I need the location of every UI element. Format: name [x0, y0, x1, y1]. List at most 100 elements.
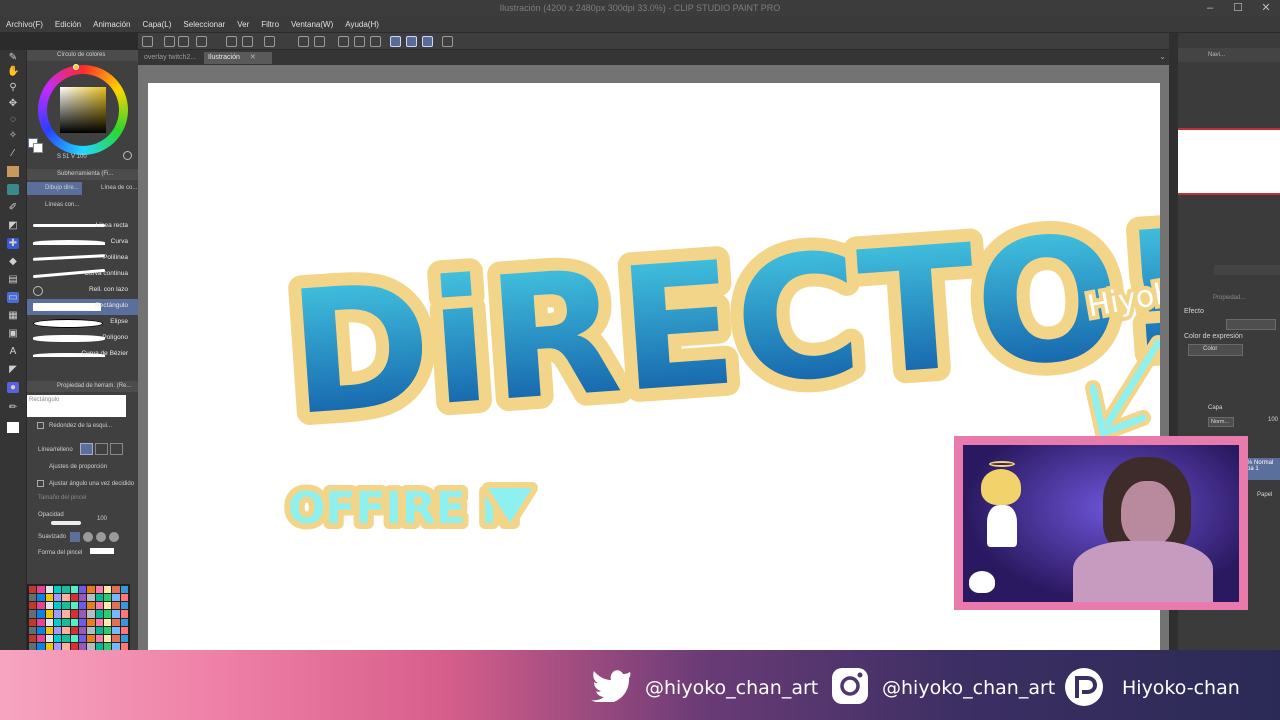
palette-swatch[interactable] — [95, 634, 103, 642]
palette-swatch[interactable] — [87, 586, 95, 594]
layer-row[interactable]: % Normal pa 1 — [1245, 458, 1280, 480]
palette-swatch[interactable] — [70, 610, 78, 618]
gradient-icon[interactable]: ▤ — [7, 274, 19, 285]
ruler-snap-icon[interactable] — [390, 36, 401, 47]
palette-swatch[interactable] — [87, 642, 95, 650]
palette-swatch[interactable] — [112, 634, 120, 642]
palette-swatch[interactable] — [112, 618, 120, 626]
angle-checkbox[interactable] — [37, 480, 44, 487]
property-tab[interactable]: Propiedad... — [1213, 295, 1245, 301]
subtool-item[interactable]: Rectángulo — [27, 299, 138, 315]
redo-icon[interactable] — [242, 36, 253, 47]
palette-swatch[interactable] — [70, 626, 78, 634]
menu-ventana[interactable]: Ventana(W) — [291, 20, 333, 29]
subtool-item[interactable]: Curva — [27, 235, 138, 251]
move-icon[interactable]: ✥ — [7, 98, 19, 109]
smoothing-option-2[interactable] — [83, 532, 93, 542]
menu-seleccionar[interactable]: Seleccionar — [183, 20, 225, 29]
draw-color-icon[interactable]: ✏ — [7, 402, 19, 413]
picarto-handle[interactable]: Hiyoko-chan — [1122, 677, 1240, 699]
palette-swatch[interactable] — [79, 618, 87, 626]
palette-swatch[interactable] — [70, 642, 78, 650]
eraser-icon[interactable]: ◩ — [7, 220, 19, 231]
magic-wand-icon[interactable]: ✧ — [7, 130, 19, 141]
palette-swatch[interactable] — [45, 618, 53, 626]
palette-swatch[interactable] — [95, 642, 103, 650]
palette-swatch[interactable] — [87, 610, 95, 618]
palette-swatch[interactable] — [45, 634, 53, 642]
palette-swatch[interactable] — [104, 642, 112, 650]
new-file-icon[interactable] — [164, 36, 175, 47]
settings-icon[interactable] — [442, 36, 453, 47]
brush-shape-preview[interactable] — [90, 548, 114, 554]
pen-tool-icon[interactable] — [7, 166, 19, 177]
layer-tab[interactable]: Capa — [1208, 405, 1222, 411]
palette-swatch[interactable] — [37, 610, 45, 618]
palette-swatch[interactable] — [104, 618, 112, 626]
subtool-item[interactable]: Curva de Bézier — [27, 347, 138, 363]
palette-swatch[interactable] — [62, 618, 70, 626]
text-icon[interactable]: A — [7, 346, 19, 357]
palette-swatch[interactable] — [29, 634, 37, 642]
palette-swatch[interactable] — [54, 594, 62, 602]
palette-swatch[interactable] — [54, 618, 62, 626]
navigator-controls[interactable] — [1214, 265, 1280, 275]
palette-swatch[interactable] — [45, 610, 53, 618]
rounded-checkbox[interactable] — [37, 422, 44, 429]
minimize-icon[interactable]: – — [1196, 0, 1224, 17]
palette-swatch[interactable] — [79, 634, 87, 642]
menu-edicion[interactable]: Edición — [55, 20, 81, 29]
tab-ilustracion[interactable]: Ilustración ✕ — [204, 52, 272, 64]
palette-swatch[interactable] — [29, 594, 37, 602]
palette-swatch[interactable] — [29, 626, 37, 634]
palette-swatch[interactable] — [95, 626, 103, 634]
palette-swatch[interactable] — [62, 642, 70, 650]
palette-swatch[interactable] — [104, 634, 112, 642]
blend-mode-select[interactable]: Norm... — [1208, 417, 1234, 427]
palette-swatch[interactable] — [87, 618, 95, 626]
palette-swatch[interactable] — [104, 594, 112, 602]
brush-icon[interactable]: ✐ — [7, 202, 19, 213]
pencil-tool-icon[interactable] — [7, 184, 19, 195]
main-color-swatch[interactable] — [7, 422, 19, 433]
saturation-value-square[interactable] — [60, 87, 106, 133]
palette-swatch[interactable] — [70, 602, 78, 610]
instagram-handle[interactable]: @hiyoko_chan_art — [882, 677, 1055, 699]
smoothing-option-4[interactable] — [109, 532, 119, 542]
palette-swatch[interactable] — [87, 602, 95, 610]
palette-swatch[interactable] — [104, 610, 112, 618]
palette-swatch[interactable] — [112, 586, 120, 594]
crop-icon[interactable] — [370, 36, 381, 47]
effect-options[interactable] — [1226, 319, 1276, 330]
menu-filtro[interactable]: Filtro — [261, 20, 279, 29]
subtool-tab-line[interactable]: Línea de co... — [83, 182, 138, 195]
subtool-item[interactable]: Elipse — [27, 315, 138, 331]
palette-swatch[interactable] — [54, 634, 62, 642]
palette-swatch[interactable] — [120, 594, 128, 602]
blend-tool-icon[interactable]: ✚ — [7, 238, 19, 249]
palette-swatch[interactable] — [45, 626, 53, 634]
palette-swatch[interactable] — [79, 586, 87, 594]
menu-ver[interactable]: Ver — [237, 20, 249, 29]
navigator-tab[interactable]: Navi... — [1178, 48, 1280, 62]
clear-icon[interactable] — [298, 36, 309, 47]
menu-capa[interactable]: Capa(L) — [143, 20, 172, 29]
palette-swatch[interactable] — [37, 586, 45, 594]
palette-swatch[interactable] — [45, 642, 53, 650]
undo-icon[interactable] — [226, 36, 237, 47]
palette-swatch[interactable] — [120, 602, 128, 610]
deselect-icon[interactable] — [338, 36, 349, 47]
color-settings-icon[interactable] — [123, 151, 132, 160]
save-icon[interactable] — [196, 36, 207, 47]
palette-swatch[interactable] — [62, 594, 70, 602]
tab-overlay[interactable]: overlay twitch2... — [140, 52, 200, 64]
palette-swatch[interactable] — [37, 642, 45, 650]
palette-swatch[interactable] — [120, 586, 128, 594]
palette-swatch[interactable] — [70, 594, 78, 602]
palette-swatch[interactable] — [54, 626, 62, 634]
palette-swatch[interactable] — [112, 594, 120, 602]
hand-icon[interactable]: ✋ — [7, 66, 19, 77]
palette-swatch[interactable] — [37, 602, 45, 610]
palette-swatch[interactable] — [54, 602, 62, 610]
palette-swatch[interactable] — [29, 610, 37, 618]
